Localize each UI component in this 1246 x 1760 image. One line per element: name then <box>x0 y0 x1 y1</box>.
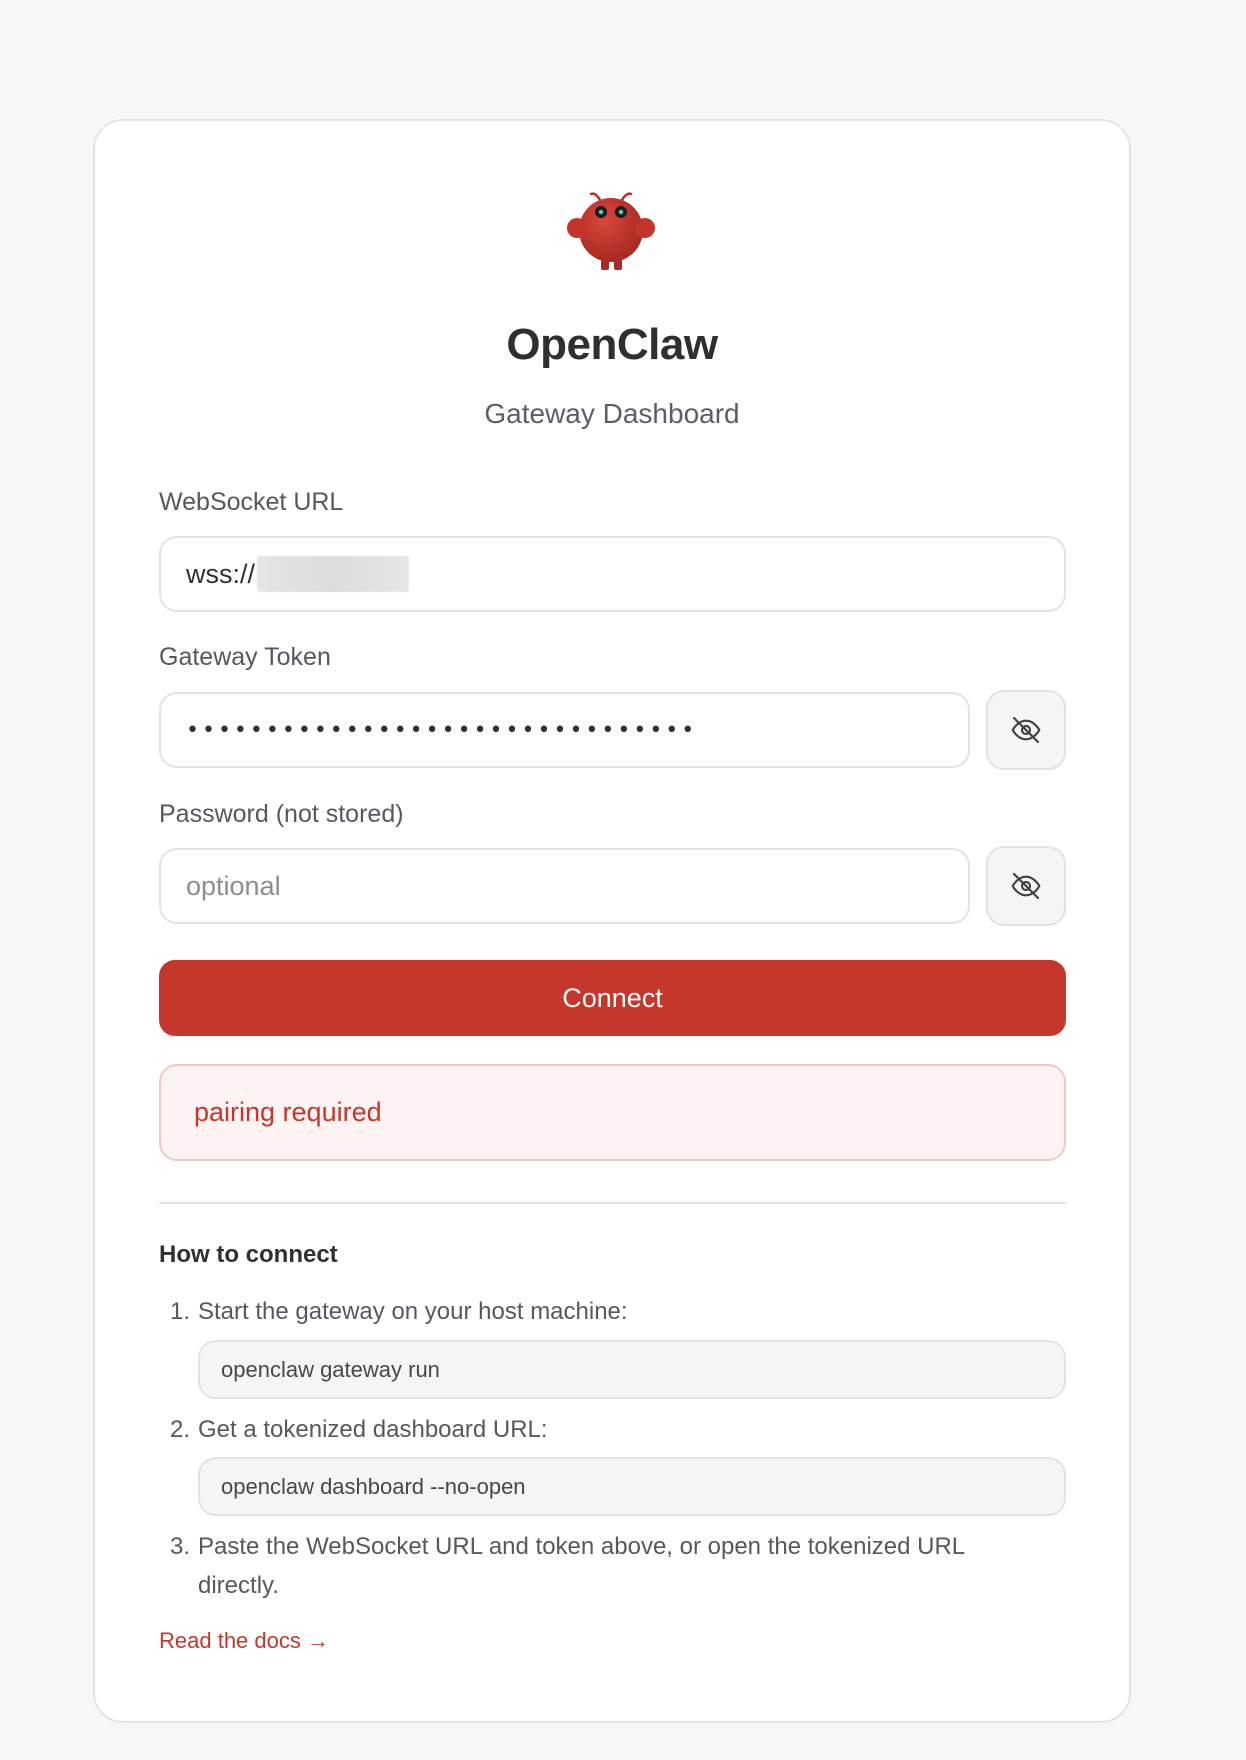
claw-mascot-logo <box>567 192 655 270</box>
step-text: Paste the WebSocket URL and token above,… <box>198 1533 966 1560</box>
step-number: 3. <box>170 1533 191 1560</box>
redacted-host <box>257 556 410 592</box>
toggle-token-visibility-button[interactable] <box>986 690 1066 770</box>
websocket-url-label: WebSocket URL <box>159 488 344 516</box>
password-input[interactable]: optional <box>159 848 970 924</box>
password-placeholder: optional <box>186 870 281 901</box>
how-to-connect-heading: How to connect <box>159 1241 338 1268</box>
read-docs-link[interactable]: Read the docs → <box>159 1628 329 1654</box>
help-step-2: 2. Get a tokenized dashboard URL: <box>170 1410 548 1449</box>
error-message: pairing required <box>194 1097 382 1127</box>
step-text-continued: directly. <box>198 1572 279 1599</box>
step-text: Get a tokenized dashboard URL: <box>198 1416 548 1443</box>
divider <box>159 1202 1066 1204</box>
websocket-url-value: wss:// <box>186 558 256 589</box>
app-title: OpenClaw <box>506 320 718 369</box>
gateway-token-value: •••••••••••••••••••••••••••••••• <box>186 717 698 743</box>
gateway-token-label: Gateway Token <box>159 643 331 671</box>
code-snippet-dashboard[interactable]: openclaw dashboard --no-open <box>198 1457 1066 1516</box>
eye-off-icon <box>1011 716 1041 744</box>
code-snippet-gateway-run[interactable]: openclaw gateway run <box>198 1340 1066 1399</box>
step-text: Start the gateway on your host machine: <box>198 1298 628 1325</box>
app-subtitle: Gateway Dashboard <box>484 398 740 429</box>
step-number: 1. <box>170 1298 191 1325</box>
help-step-1: 1. Start the gateway on your host machine… <box>170 1292 628 1331</box>
help-step-3: 3. Paste the WebSocket URL and token abov… <box>170 1527 1030 1605</box>
step-number: 2. <box>170 1416 191 1443</box>
password-label: Password (not stored) <box>159 800 404 828</box>
eye-off-icon <box>1011 872 1041 900</box>
error-alert: pairing required <box>159 1064 1066 1161</box>
gateway-token-input[interactable]: •••••••••••••••••••••••••••••••• <box>159 692 970 768</box>
toggle-password-visibility-button[interactable] <box>986 846 1066 926</box>
websocket-url-input[interactable]: wss:// <box>159 536 1066 612</box>
connect-button[interactable]: Connect <box>159 960 1066 1036</box>
